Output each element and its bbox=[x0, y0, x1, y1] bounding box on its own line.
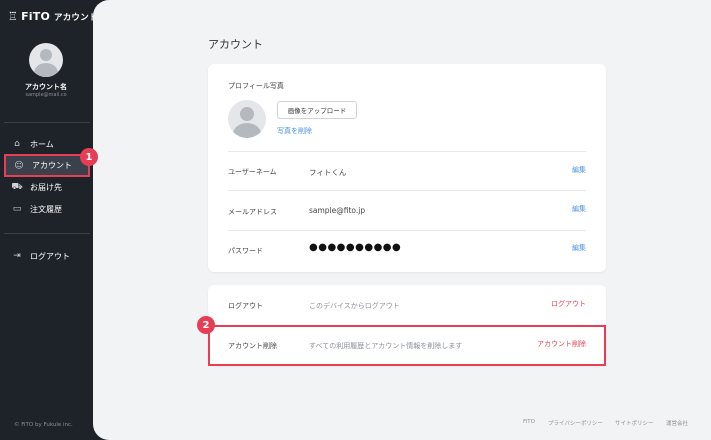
logout-row-desc: このデバイスからログアウト bbox=[309, 302, 400, 310]
profile-photo-label: プロフィール写真 bbox=[228, 82, 284, 90]
sidebar-item-logout[interactable]: ⇥ ログアウト bbox=[4, 246, 90, 266]
sidebar-item-label: お届け先 bbox=[30, 182, 62, 192]
password-label: パスワード bbox=[228, 247, 263, 255]
logout-action-link[interactable]: ログアウト bbox=[551, 299, 586, 309]
users-icon: ☺ bbox=[14, 160, 24, 171]
delete-account-highlight bbox=[208, 325, 606, 366]
sidebar-divider bbox=[4, 122, 90, 123]
username-value: フィトくん bbox=[309, 168, 347, 177]
email-value: sample@fito.jp bbox=[309, 206, 366, 215]
profile-avatar bbox=[228, 100, 266, 138]
app-logo[interactable]: ♖ FiTO アカウント bbox=[8, 10, 98, 23]
footer-link-fito[interactable]: FiTO bbox=[523, 419, 535, 425]
delete-photo-link[interactable]: 写真を削除 bbox=[277, 126, 312, 136]
logo-text: FiTO bbox=[21, 10, 51, 23]
account-email: sample@mail.co bbox=[25, 92, 67, 98]
edit-username-link[interactable]: 編集 bbox=[572, 165, 586, 175]
row-divider bbox=[228, 230, 586, 231]
footer-link-company[interactable]: 運営会社 bbox=[666, 419, 688, 427]
row-divider bbox=[228, 151, 586, 152]
main-content: アカウント プロフィール写真 画像をアップロード 写真を削除 ユーザーネーム フ… bbox=[93, 0, 711, 440]
logo-subtitle: アカウント bbox=[54, 12, 98, 23]
sidebar-item-orders[interactable]: ▭ 注文履歴 bbox=[4, 199, 90, 219]
footer-link-privacy[interactable]: プライバシーポリシー bbox=[548, 419, 603, 427]
home-icon: ⌂ bbox=[14, 139, 20, 149]
sidebar-item-home[interactable]: ⌂ ホーム bbox=[4, 134, 90, 154]
card-icon: ▭ bbox=[12, 204, 22, 214]
fito-logo-icon: ♖ bbox=[8, 10, 19, 23]
footer-link-site-policy[interactable]: サイトポリシー bbox=[615, 419, 654, 427]
upload-image-button[interactable]: 画像をアップロード bbox=[277, 101, 357, 119]
account-name: アカウント名 bbox=[25, 83, 67, 91]
copyright: © FiTO by Fukule inc. bbox=[14, 422, 73, 428]
sidebar-item-account[interactable]: ☺ アカウント bbox=[4, 154, 90, 177]
sidebar-item-delivery[interactable]: ⛟ お届け先 bbox=[4, 177, 90, 197]
step-badge-1: 1 bbox=[80, 148, 98, 166]
edit-password-link[interactable]: 編集 bbox=[572, 243, 586, 253]
truck-icon: ⛟ bbox=[11, 181, 23, 192]
username-label: ユーザーネーム bbox=[228, 168, 277, 176]
sidebar-avatar bbox=[29, 43, 63, 77]
sidebar-divider bbox=[4, 233, 90, 234]
row-divider bbox=[228, 190, 586, 191]
edit-email-link[interactable]: 編集 bbox=[572, 204, 586, 214]
step-badge-2: 2 bbox=[197, 316, 215, 334]
sidebar-item-label: アカウント bbox=[32, 161, 72, 170]
profile-card: プロフィール写真 画像をアップロード 写真を削除 ユーザーネーム フィトくん 編… bbox=[208, 64, 606, 272]
logout-icon: ⇥ bbox=[13, 251, 21, 261]
sidebar-item-label: ログアウト bbox=[30, 251, 70, 261]
sidebar-item-label: ホーム bbox=[30, 139, 54, 149]
logout-row-label: ログアウト bbox=[228, 302, 263, 310]
page-title: アカウント bbox=[208, 38, 263, 51]
sidebar: ♖ FiTO アカウント アカウント名 sample@mail.co ⌂ ホーム… bbox=[0, 0, 100, 440]
email-label: メールアドレス bbox=[228, 208, 277, 216]
password-value: ●●●●●●●●●● bbox=[309, 242, 402, 253]
sidebar-item-label: 注文履歴 bbox=[30, 204, 62, 214]
